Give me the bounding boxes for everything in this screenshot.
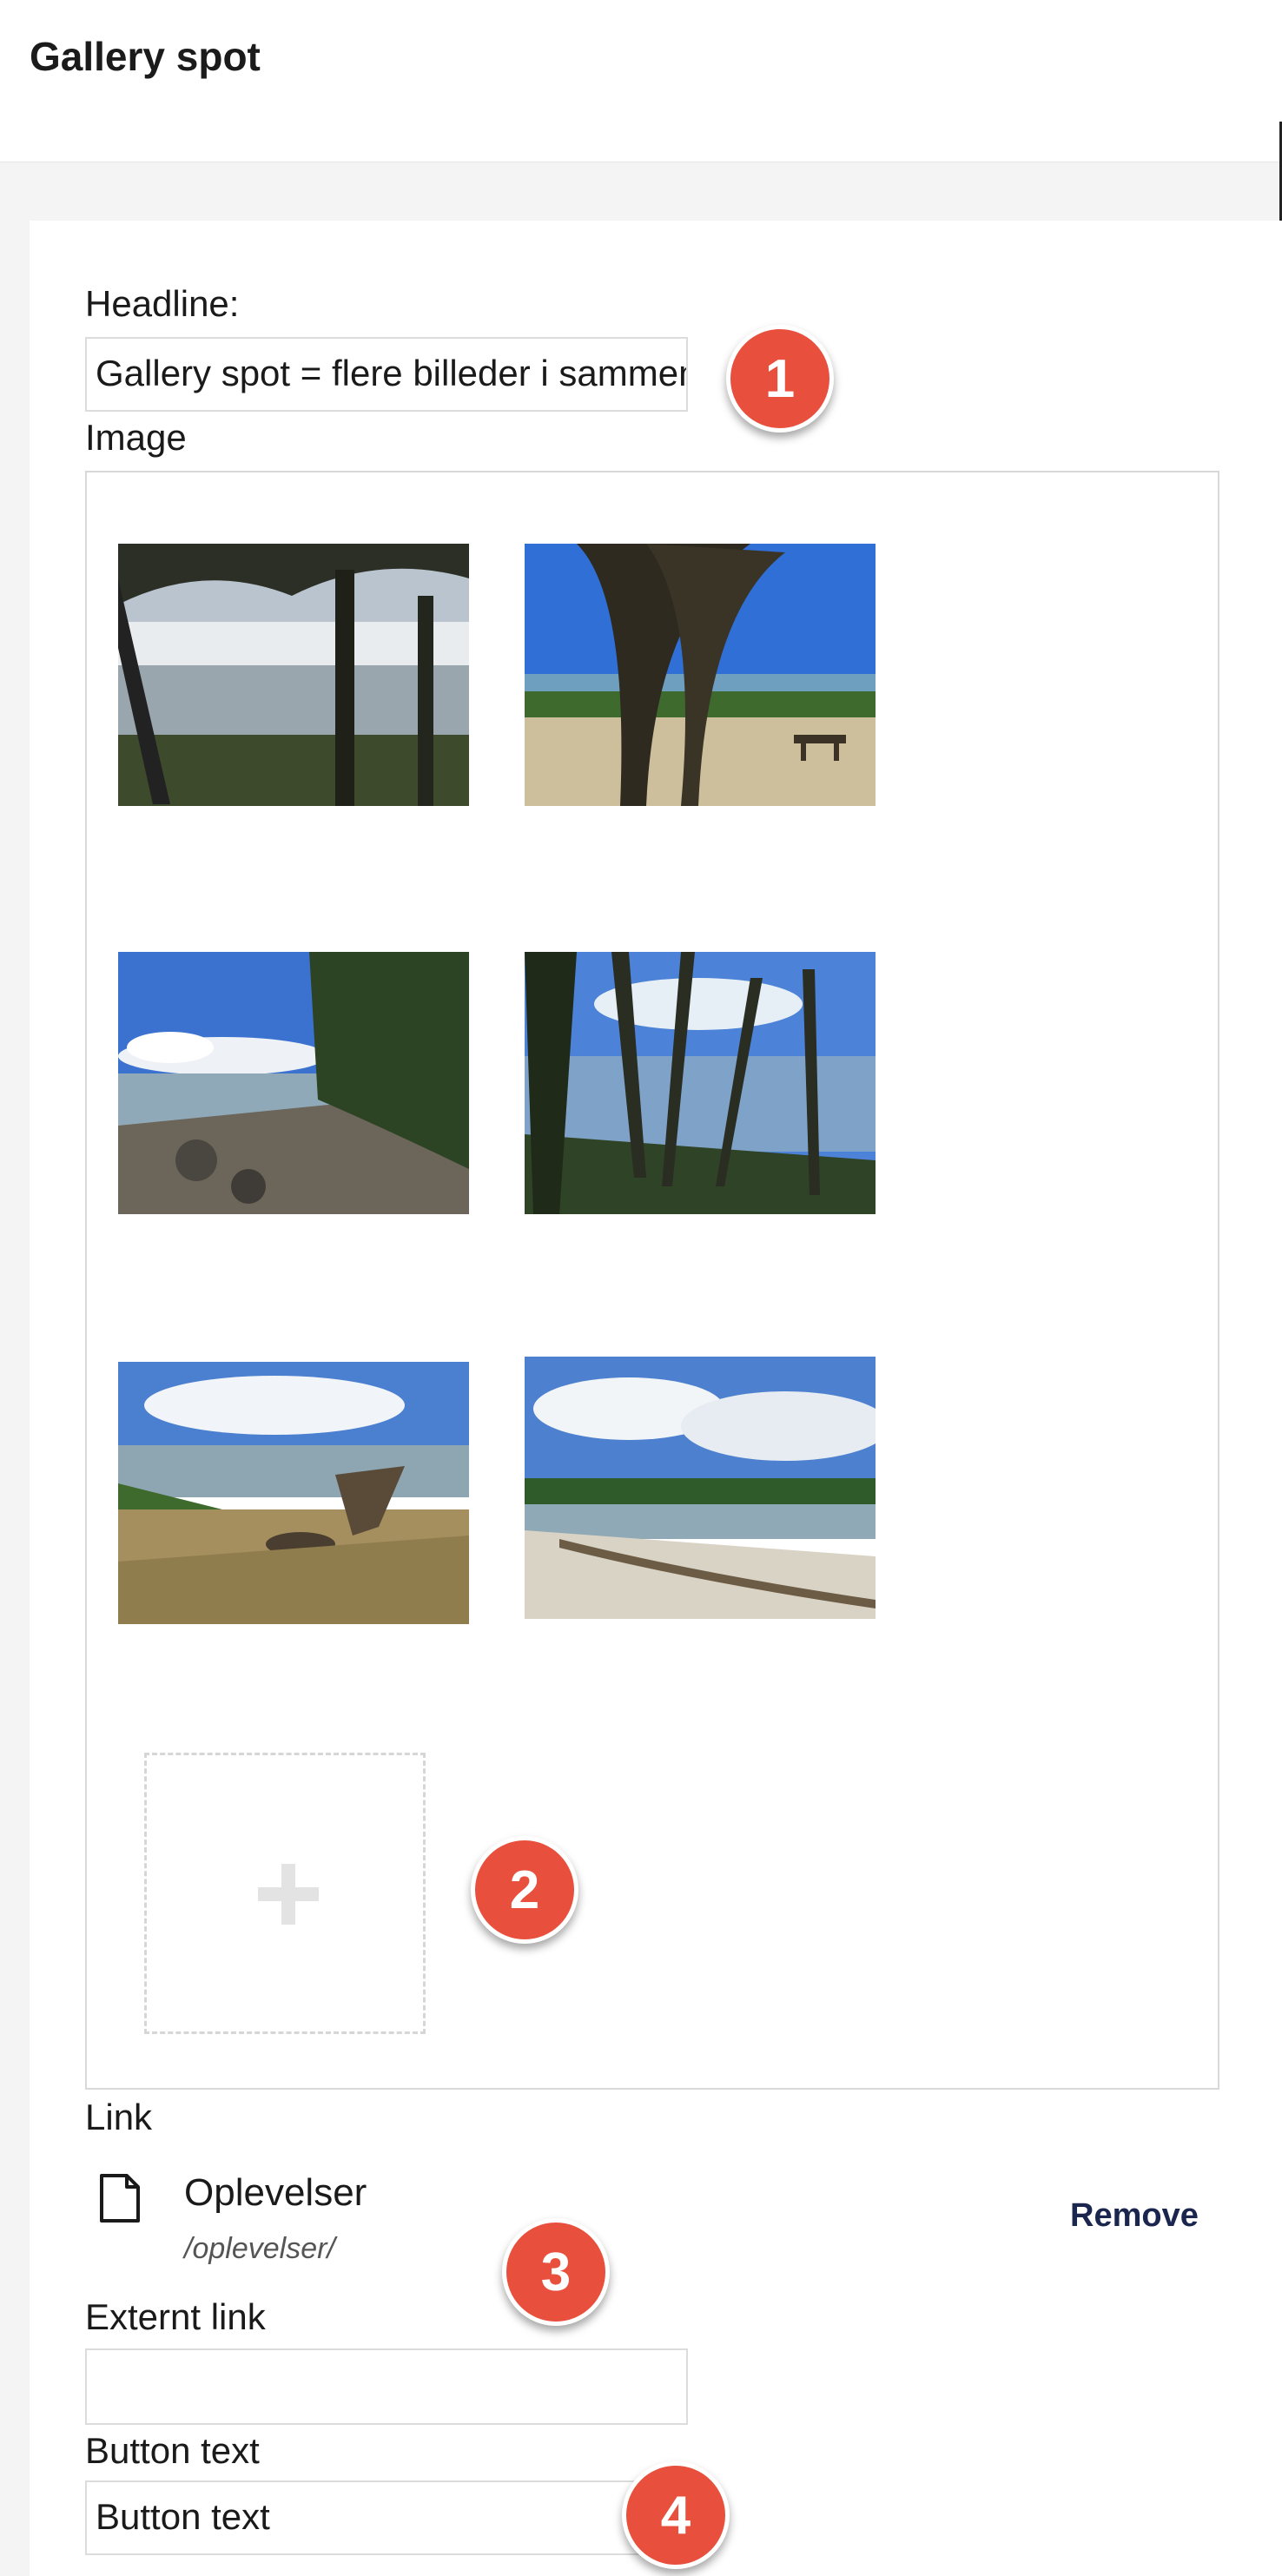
editor-header: Gallery spot — [0, 0, 1282, 162]
image-label: Image — [85, 417, 187, 458]
button-text-label: Button text — [85, 2430, 260, 2471]
gallery-image-1[interactable] — [118, 544, 469, 806]
image-gallery — [85, 471, 1219, 2090]
button-text-input[interactable]: Button text — [85, 2480, 688, 2555]
page-title: Gallery spot — [30, 34, 261, 79]
callout-badge-4: 4 — [622, 2461, 730, 2569]
external-link-input[interactable] — [85, 2348, 688, 2425]
gallery-image-5[interactable] — [118, 1362, 469, 1624]
gallery-image-4[interactable] — [525, 952, 876, 1214]
link-name[interactable]: Oplevelser — [184, 2171, 367, 2215]
gallery-image-6[interactable] — [525, 1357, 876, 1619]
callout-badge-1: 1 — [726, 325, 834, 433]
callout-badge-2: 2 — [471, 1836, 578, 1944]
callout-badge-3: 3 — [502, 2218, 610, 2326]
remove-link-button[interactable]: Remove — [1070, 2197, 1199, 2235]
link-url: /oplevelser/ — [184, 2232, 335, 2265]
headline-label: Headline: — [85, 283, 240, 324]
gallery-image-2[interactable] — [525, 544, 876, 806]
headline-input[interactable]: Gallery spot = flere billeder i sammen — [85, 337, 688, 412]
gallery-image-3[interactable] — [118, 952, 469, 1214]
link-label: Link — [85, 2097, 153, 2137]
external-link-label: Externt link — [85, 2296, 266, 2337]
add-image-button[interactable] — [144, 1753, 426, 2034]
document-icon — [100, 2174, 140, 2223]
